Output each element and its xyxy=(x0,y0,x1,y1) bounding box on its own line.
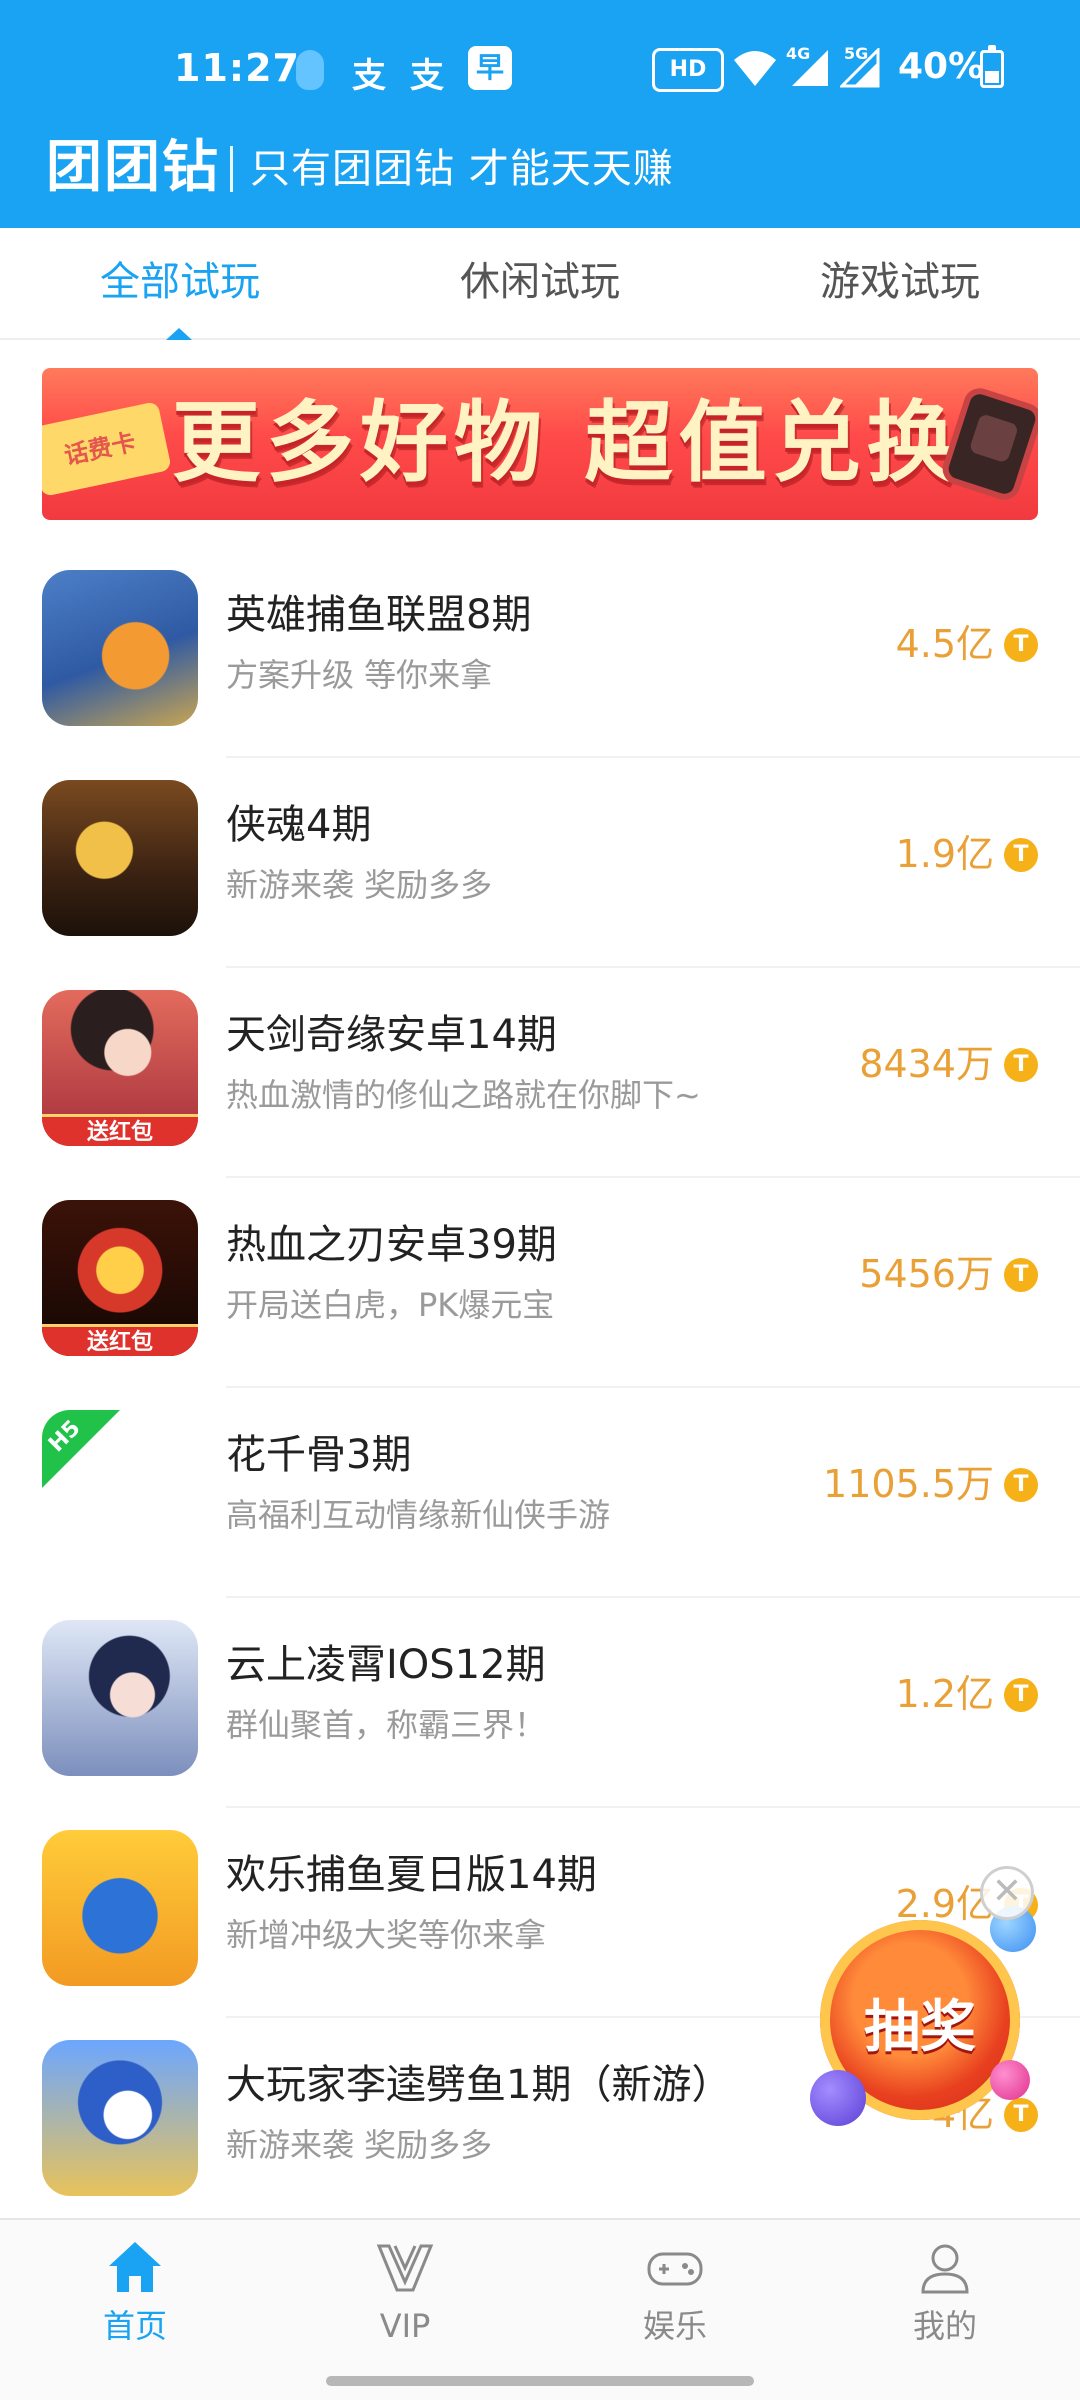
game-name: 天剑奇缘安卓14期 xyxy=(226,1012,557,1058)
coin-icon: T xyxy=(1004,1048,1038,1082)
game-desc: 方案升级 等你来拿 xyxy=(226,656,493,694)
home-icon xyxy=(109,2242,161,2292)
game-desc: 热血激情的修仙之路就在你脚下~ xyxy=(226,1076,701,1114)
game-reward: 4.5亿 xyxy=(895,622,994,666)
battery-icon xyxy=(980,45,1004,88)
nav-mine-label: 我的 xyxy=(912,2307,977,2345)
game-desc: 开局送白虎，PK爆元宝 xyxy=(226,1286,555,1324)
fish-game-icon xyxy=(42,570,198,726)
lottery-close-icon[interactable]: ✕ xyxy=(980,1866,1034,1920)
nav-home[interactable]: 首页 xyxy=(0,2238,270,2358)
banner-title: 更多好物 超值兑换 xyxy=(172,391,961,494)
bottom-nav: 首页 VIP 娱乐 我的 xyxy=(0,2218,1080,2400)
rexue-game-icon: 送红包 xyxy=(42,1200,198,1356)
game-reward: 1.9亿 xyxy=(895,832,994,876)
game-desc: 群仙聚首，称霸三界！ xyxy=(226,1706,547,1744)
tab-casual-trial[interactable]: 休闲试玩 xyxy=(360,252,720,312)
lottery-float-button[interactable]: 抽奖 xyxy=(810,1906,1036,2126)
dawanjia-game-icon xyxy=(42,2040,198,2196)
nav-home-label: 首页 xyxy=(102,2307,167,2345)
red-packet-tag: 送红包 xyxy=(42,1324,198,1356)
top-bar: 11:27 支 支 早 HD 4G 5G 40% 团团钻 只有团团钻 才能天天赚 xyxy=(0,0,1080,228)
h5-game-icon: H5 xyxy=(42,1410,198,1566)
nav-vip[interactable]: VIP xyxy=(270,2238,540,2358)
nav-entertainment[interactable]: 娱乐 xyxy=(540,2238,810,2358)
game-row[interactable]: 云上凌霄IOS12期 群仙聚首，称霸三界！ 1.2亿 T xyxy=(0,1598,1080,1808)
alipay-icon-2: 支 xyxy=(410,56,444,96)
coin-icon: T xyxy=(1004,1258,1038,1292)
game-name: 欢乐捕鱼夏日版14期 xyxy=(226,1852,597,1898)
promo-banner[interactable]: 话费卡 更多好物 超值兑换 xyxy=(42,368,1038,520)
game-name: 云上凌霄IOS12期 xyxy=(226,1642,546,1688)
wifi-icon xyxy=(734,51,776,86)
huanle-fish-game-icon xyxy=(42,1830,198,1986)
game-reward: 8434万 xyxy=(859,1042,994,1086)
header-slogan: 只有团团钻 才能天天赚 xyxy=(250,146,674,192)
header-divider xyxy=(230,146,233,192)
nav-entertainment-label: 娱乐 xyxy=(642,2307,707,2345)
game-desc: 新游来袭 奖励多多 xyxy=(226,866,493,904)
coin-icon: T xyxy=(1004,838,1038,872)
nav-vip-label: VIP xyxy=(379,2307,431,2345)
game-reward: 5456万 xyxy=(859,1252,994,1296)
app-root: 11:27 支 支 早 HD 4G 5G 40% 团团钻 只有团团钻 才能天天赚… xyxy=(0,0,1080,2400)
gamepad-icon xyxy=(647,2252,703,2286)
game-name: 热血之刃安卓39期 xyxy=(226,1222,557,1268)
game-row[interactable]: 侠魂4期 新游来袭 奖励多多 1.9亿 T xyxy=(0,758,1080,968)
lottery-label: 抽奖 xyxy=(864,1995,976,2060)
signal-4g-icon xyxy=(792,50,828,86)
app-header: 团团钻 只有团团钻 才能天天赚 xyxy=(0,136,1080,228)
coin-icon: T xyxy=(1004,1678,1038,1712)
game-row[interactable]: 英雄捕鱼联盟8期 方案升级 等你来拿 4.5亿 T xyxy=(0,548,1080,758)
coin-icon: T xyxy=(1004,1468,1038,1502)
alipay-icon: 支 xyxy=(352,56,386,96)
game-row[interactable]: H5 花千骨3期 高福利互动情缘新仙侠手游 1105.5万 T xyxy=(0,1388,1080,1598)
user-icon xyxy=(921,2244,969,2294)
tab-game-trial[interactable]: 游戏试玩 xyxy=(720,252,1080,312)
tab-active-indicator xyxy=(166,328,192,340)
game-desc: 新游来袭 奖励多多 xyxy=(226,2126,493,2164)
game-name: 花千骨3期 xyxy=(226,1432,412,1478)
status-bar: 11:27 支 支 早 HD 4G 5G 40% xyxy=(0,0,1080,136)
game-row[interactable]: 送红包 热血之刃安卓39期 开局送白虎，PK爆元宝 5456万 T xyxy=(0,1178,1080,1388)
gesture-bar[interactable] xyxy=(326,2376,754,2386)
decor-ball-icon xyxy=(990,2060,1030,2100)
phone-card-ticket: 话费卡 xyxy=(42,401,172,497)
game-row[interactable]: 送红包 天剑奇缘安卓14期 热血激情的修仙之路就在你脚下~ 8434万 T xyxy=(0,968,1080,1178)
tab-all-trial[interactable]: 全部试玩 xyxy=(0,252,360,312)
category-tabs: 全部试玩 休闲试玩 游戏试玩 xyxy=(0,228,1080,340)
game-desc: 新增冲级大奖等你来拿 xyxy=(226,1916,547,1954)
hd-voice-icon: HD xyxy=(652,48,724,92)
status-time: 11:27 xyxy=(174,46,300,90)
game-name: 大玩家李逵劈鱼1期（新游） xyxy=(226,2062,732,2108)
tianjian-game-icon: 送红包 xyxy=(42,990,198,1146)
coin-icon: T xyxy=(1004,628,1038,662)
brand-title: 团团钻 xyxy=(46,135,220,200)
game-reward: 1105.5万 xyxy=(823,1462,994,1506)
coin-icon: T xyxy=(1004,2098,1038,2132)
game-name: 侠魂4期 xyxy=(226,802,372,848)
app-notification-icon: 早 xyxy=(468,46,512,90)
game-name: 英雄捕鱼联盟8期 xyxy=(226,592,532,638)
red-packet-tag: 送红包 xyxy=(42,1114,198,1146)
vip-icon xyxy=(376,2244,434,2292)
game-reward: 1.2亿 xyxy=(895,1672,994,1716)
notification-drop-icon xyxy=(296,50,324,90)
game-desc: 高福利互动情缘新仙侠手游 xyxy=(226,1496,611,1534)
nav-mine[interactable]: 我的 xyxy=(810,2238,1080,2358)
battery-percent: 40% xyxy=(898,46,985,87)
xiahun-game-icon xyxy=(42,780,198,936)
decor-ball-icon xyxy=(810,2070,866,2126)
yunshang-game-icon xyxy=(42,1620,198,1776)
signal-5g-icon xyxy=(840,48,880,88)
